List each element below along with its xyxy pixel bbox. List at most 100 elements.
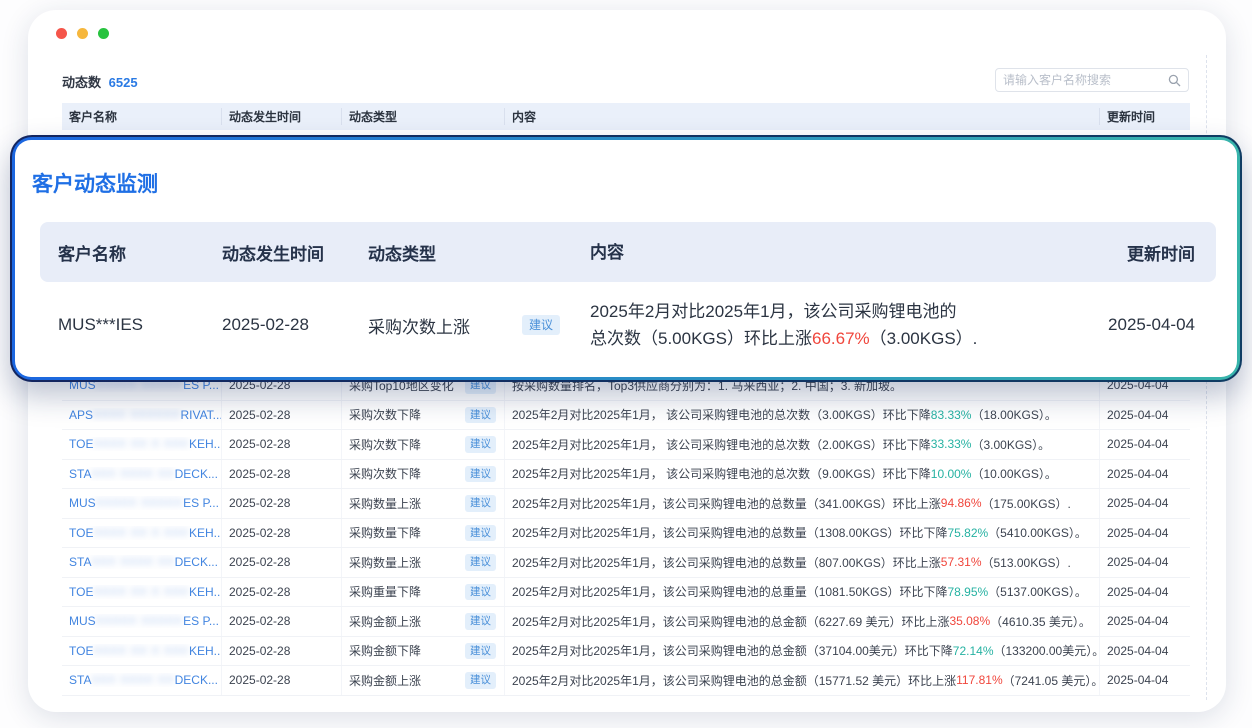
content-pre: 2025年2月对比2025年1月，该公司采购锂电池的总金额（37104.00美元… xyxy=(512,642,953,659)
table-row[interactable]: APSXXXX XXXXXXRIVAT... 2025-02-28 采购次数下降… xyxy=(62,401,1190,431)
maximize-window-icon[interactable] xyxy=(98,28,109,39)
overlay-dynamic-type: 采购次数上涨 xyxy=(368,313,470,338)
update-date: 2025-04-04 xyxy=(1100,430,1190,459)
content-text: 2025年2月对比2025年1月，该公司采购锂电池的总重量（1081.50KGS… xyxy=(505,578,1100,607)
occur-date: 2025-02-28 xyxy=(222,666,342,695)
search-icon[interactable] xyxy=(1168,74,1181,87)
content-text: 2025年2月对比2025年1月，该公司采购锂电池的总金额（6227.69 美元… xyxy=(505,607,1100,636)
content-post: （133200.00美元）。 xyxy=(994,642,1101,659)
content-text: 2025年2月对比2025年1月，该公司采购锂电池的总金额（15771.52 美… xyxy=(505,666,1100,695)
percentage-value: 57.31% xyxy=(941,555,982,569)
content-pre: 2025年2月对比2025年1月，该公司采购锂电池的总数量（341.00KGS）… xyxy=(512,495,941,512)
content-post: （5410.00KGS）。 xyxy=(988,524,1087,541)
customer-search[interactable] xyxy=(995,68,1189,92)
customer-name-prefix: TOE xyxy=(69,585,93,599)
customer-name-link[interactable]: TOEXXXX XX X XXXKEH... xyxy=(69,526,221,540)
update-date: 2025-04-04 xyxy=(1100,607,1190,636)
overlay-col-type: 动态类型 xyxy=(368,240,590,265)
update-date: 2025-04-04 xyxy=(1100,401,1190,430)
table-row[interactable]: TOEXXXX XX X XXXKEH... 2025-02-28 采购数量下降… xyxy=(62,519,1190,549)
content-post: （3.00KGS）。 xyxy=(971,436,1050,453)
table-row[interactable]: TOEXXXX XX X XXXKEH... 2025-02-28 采购金额下降… xyxy=(62,637,1190,667)
occur-date: 2025-02-28 xyxy=(222,548,342,577)
occur-date: 2025-02-28 xyxy=(222,607,342,636)
suggestion-badge: 建议 xyxy=(465,407,496,424)
customer-name-link[interactable]: STAXXX XXXX XXDECK... xyxy=(69,555,218,569)
suggestion-badge: 建议 xyxy=(465,495,496,512)
table-header-row: 客户名称 动态发生时间 动态类型 内容 更新时间 xyxy=(62,103,1190,130)
update-date: 2025-04-04 xyxy=(1100,666,1190,695)
customer-name-link[interactable]: TOEXXXX XX X XXXKEH... xyxy=(69,644,221,658)
overlay-occur-date: 2025-02-28 xyxy=(222,315,368,335)
customer-name-link[interactable]: APSXXXX XXXXXXRIVAT... xyxy=(69,408,221,422)
content-post: （18.00KGS）。 xyxy=(971,406,1056,423)
customer-name-suffix: KEH... xyxy=(189,644,221,658)
dynamics-count: 动态数 6525 xyxy=(62,72,138,91)
content-post: （7241.05 美元）。 xyxy=(1003,672,1100,689)
customer-name-suffix: KEH... xyxy=(189,437,221,451)
percentage-value: 117.81% xyxy=(956,673,1002,687)
table-row[interactable]: TOEXXXX XX X XXXKEH... 2025-02-28 采购次数下降… xyxy=(62,430,1190,460)
content-text: 2025年2月对比2025年1月， 该公司采购锂电池的总次数（3.00KGS）环… xyxy=(505,401,1100,430)
update-date: 2025-04-04 xyxy=(1100,548,1190,577)
occur-date: 2025-02-28 xyxy=(222,578,342,607)
table-row[interactable]: STAXXX XXXX XXDECK... 2025-02-28 采购数量上涨 … xyxy=(62,548,1190,578)
minimize-window-icon[interactable] xyxy=(77,28,88,39)
dynamics-count-value: 6525 xyxy=(109,75,138,90)
close-window-icon[interactable] xyxy=(56,28,67,39)
customer-name-prefix: STA xyxy=(69,673,91,687)
customer-name-prefix: STA xyxy=(69,467,91,481)
update-date: 2025-04-04 xyxy=(1100,519,1190,548)
suggestion-badge: 建议 xyxy=(465,436,496,453)
overlay-customer-name: MUS***IES xyxy=(58,315,222,335)
content-pre: 2025年2月对比2025年1月，该公司采购锂电池的总金额（6227.69 美元… xyxy=(512,613,949,630)
col-header-content: 内容 xyxy=(505,108,1100,125)
percentage-value: 75.82% xyxy=(947,526,988,540)
customer-name-prefix: STA xyxy=(69,555,91,569)
suggestion-badge: 建议 xyxy=(465,672,496,689)
content-pre: 2025年2月对比2025年1月，该公司采购锂电池的总数量（807.00KGS）… xyxy=(512,554,941,571)
overlay-col-update-time: 更新时间 xyxy=(1095,240,1195,265)
overlay-percentage-value: 66.67% xyxy=(812,329,870,348)
overlay-content-text: 2025年2月对比2025年1月，该公司采购锂电池的 总次数（5.00KGS）环… xyxy=(590,298,1095,352)
overlay-suggestion-badge: 建议 xyxy=(522,315,560,335)
customer-name-link[interactable]: TOEXXXX XX X XXXKEH... xyxy=(69,585,221,599)
customer-name-link[interactable]: STAXXX XXXX XXDECK... xyxy=(69,673,218,687)
update-date: 2025-04-04 xyxy=(1100,637,1190,666)
percentage-value: 78.95% xyxy=(947,585,988,599)
customer-name-redaction-blur: XXXX XX X XXX xyxy=(93,645,189,657)
customer-name-prefix: APS xyxy=(69,408,93,422)
content-text: 2025年2月对比2025年1月， 该公司采购锂电池的总次数（2.00KGS）环… xyxy=(505,430,1100,459)
screen: 动态数 6525 客户名称 动态发生时间 动态类型 内容 更新时间 MUSXXX… xyxy=(0,0,1252,728)
customer-name-prefix: MUS xyxy=(69,614,96,628)
suggestion-badge: 建议 xyxy=(465,525,496,542)
table-row[interactable]: STAXXX XXXX XXDECK... 2025-02-28 采购次数下降 … xyxy=(62,460,1190,490)
customer-name-link[interactable]: MUSXXXXX XXXXXES P... xyxy=(69,614,219,628)
overlay-content-post: （3.00KGS）. xyxy=(870,329,978,348)
overlay-data-row[interactable]: MUS***IES 2025-02-28 采购次数上涨 建议 2025年2月对比… xyxy=(40,282,1216,368)
content-post: （10.00KGS）。 xyxy=(971,465,1056,482)
dynamic-type: 采购数量上涨 xyxy=(349,495,421,512)
search-input[interactable] xyxy=(1003,73,1168,87)
table-body: MUSXXXXX XXXXXES P... 2025-02-28 采购Top10… xyxy=(62,371,1190,696)
table-row[interactable]: MUSXXXXX XXXXXES P... 2025-02-28 采购金额上涨 … xyxy=(62,607,1190,637)
table-row[interactable]: TOEXXXX XX X XXXKEH... 2025-02-28 采购重量下降… xyxy=(62,578,1190,608)
overlay-col-content: 内容 xyxy=(590,239,1095,266)
update-date: 2025-04-04 xyxy=(1100,578,1190,607)
customer-name-suffix: KEH... xyxy=(189,526,221,540)
content-pre: 2025年2月对比2025年1月， 该公司采购锂电池的总次数（3.00KGS）环… xyxy=(512,406,931,423)
update-date: 2025-04-04 xyxy=(1100,460,1190,489)
customer-name-suffix: ES P... xyxy=(183,614,219,628)
dynamic-type: 采购次数下降 xyxy=(349,436,421,453)
customer-name-link[interactable]: MUSXXXXX XXXXXES P... xyxy=(69,496,219,510)
col-header-occur-time: 动态发生时间 xyxy=(222,108,342,125)
content-post: （175.00KGS）. xyxy=(982,495,1071,512)
customer-name-suffix: DECK... xyxy=(175,467,218,481)
content-text: 2025年2月对比2025年1月，该公司采购锂电池的总金额（37104.00美元… xyxy=(505,637,1100,666)
table-row[interactable]: STAXXX XXXX XXDECK... 2025-02-28 采购金额上涨 … xyxy=(62,666,1190,696)
customer-name-link[interactable]: TOEXXXX XX X XXXKEH... xyxy=(69,437,221,451)
customer-name-link[interactable]: STAXXX XXXX XXDECK... xyxy=(69,467,218,481)
customer-name-redaction-blur: XXXXX XXXXX xyxy=(96,615,183,627)
content-pre: 2025年2月对比2025年1月，该公司采购锂电池的总数量（1308.00KGS… xyxy=(512,524,947,541)
table-row[interactable]: MUSXXXXX XXXXXES P... 2025-02-28 采购数量上涨 … xyxy=(62,489,1190,519)
